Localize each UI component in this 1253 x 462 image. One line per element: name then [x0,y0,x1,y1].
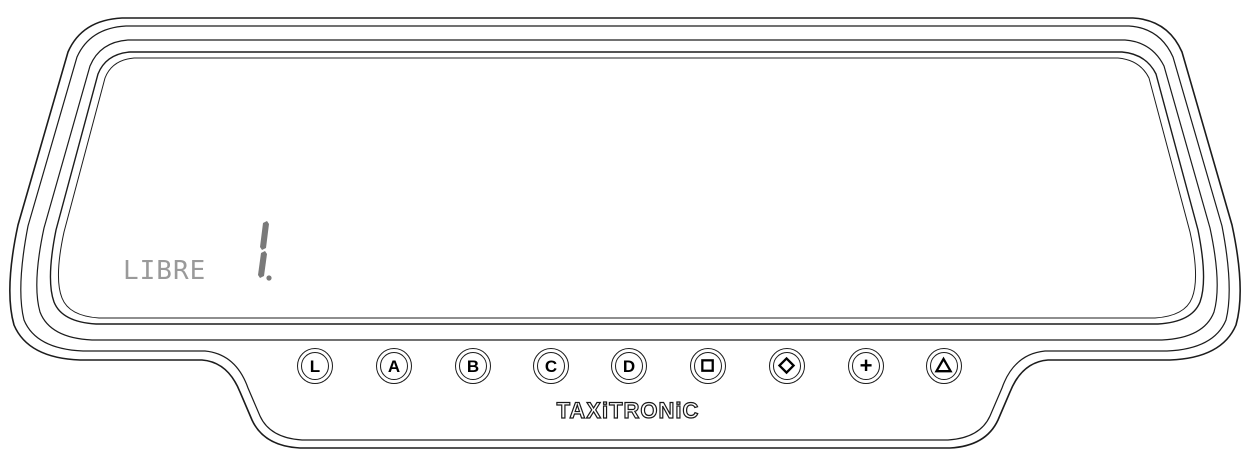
button-l-label: L [309,356,321,376]
decimal-point [266,275,272,281]
seven-segment-digit: 1. [258,221,272,281]
button-b[interactable]: B [455,348,491,384]
display-window [49,51,1205,325]
button-l[interactable]: L [297,348,333,384]
diamond-icon [777,356,796,375]
button-a-label: A [387,356,401,376]
status-text: LIBRE [123,256,207,286]
button-c[interactable]: C [533,348,569,384]
button-plus-label: + [859,353,873,378]
button-plus[interactable]: + [848,348,884,384]
square-icon [701,359,714,372]
button-d[interactable]: D [611,348,647,384]
button-c-label: C [544,356,558,376]
button-b-label: B [466,356,480,376]
button-diamond[interactable] [769,348,805,384]
brand-logo: TAXiTRONiC [556,398,700,423]
triangle-icon [934,356,953,373]
button-square[interactable] [690,348,726,384]
meter-housing [9,17,1241,449]
button-triangle[interactable] [926,348,962,384]
button-a[interactable]: A [376,348,412,384]
segment-lower-right [258,251,267,278]
button-d-label: D [622,356,636,376]
segment-upper-right [260,221,269,250]
